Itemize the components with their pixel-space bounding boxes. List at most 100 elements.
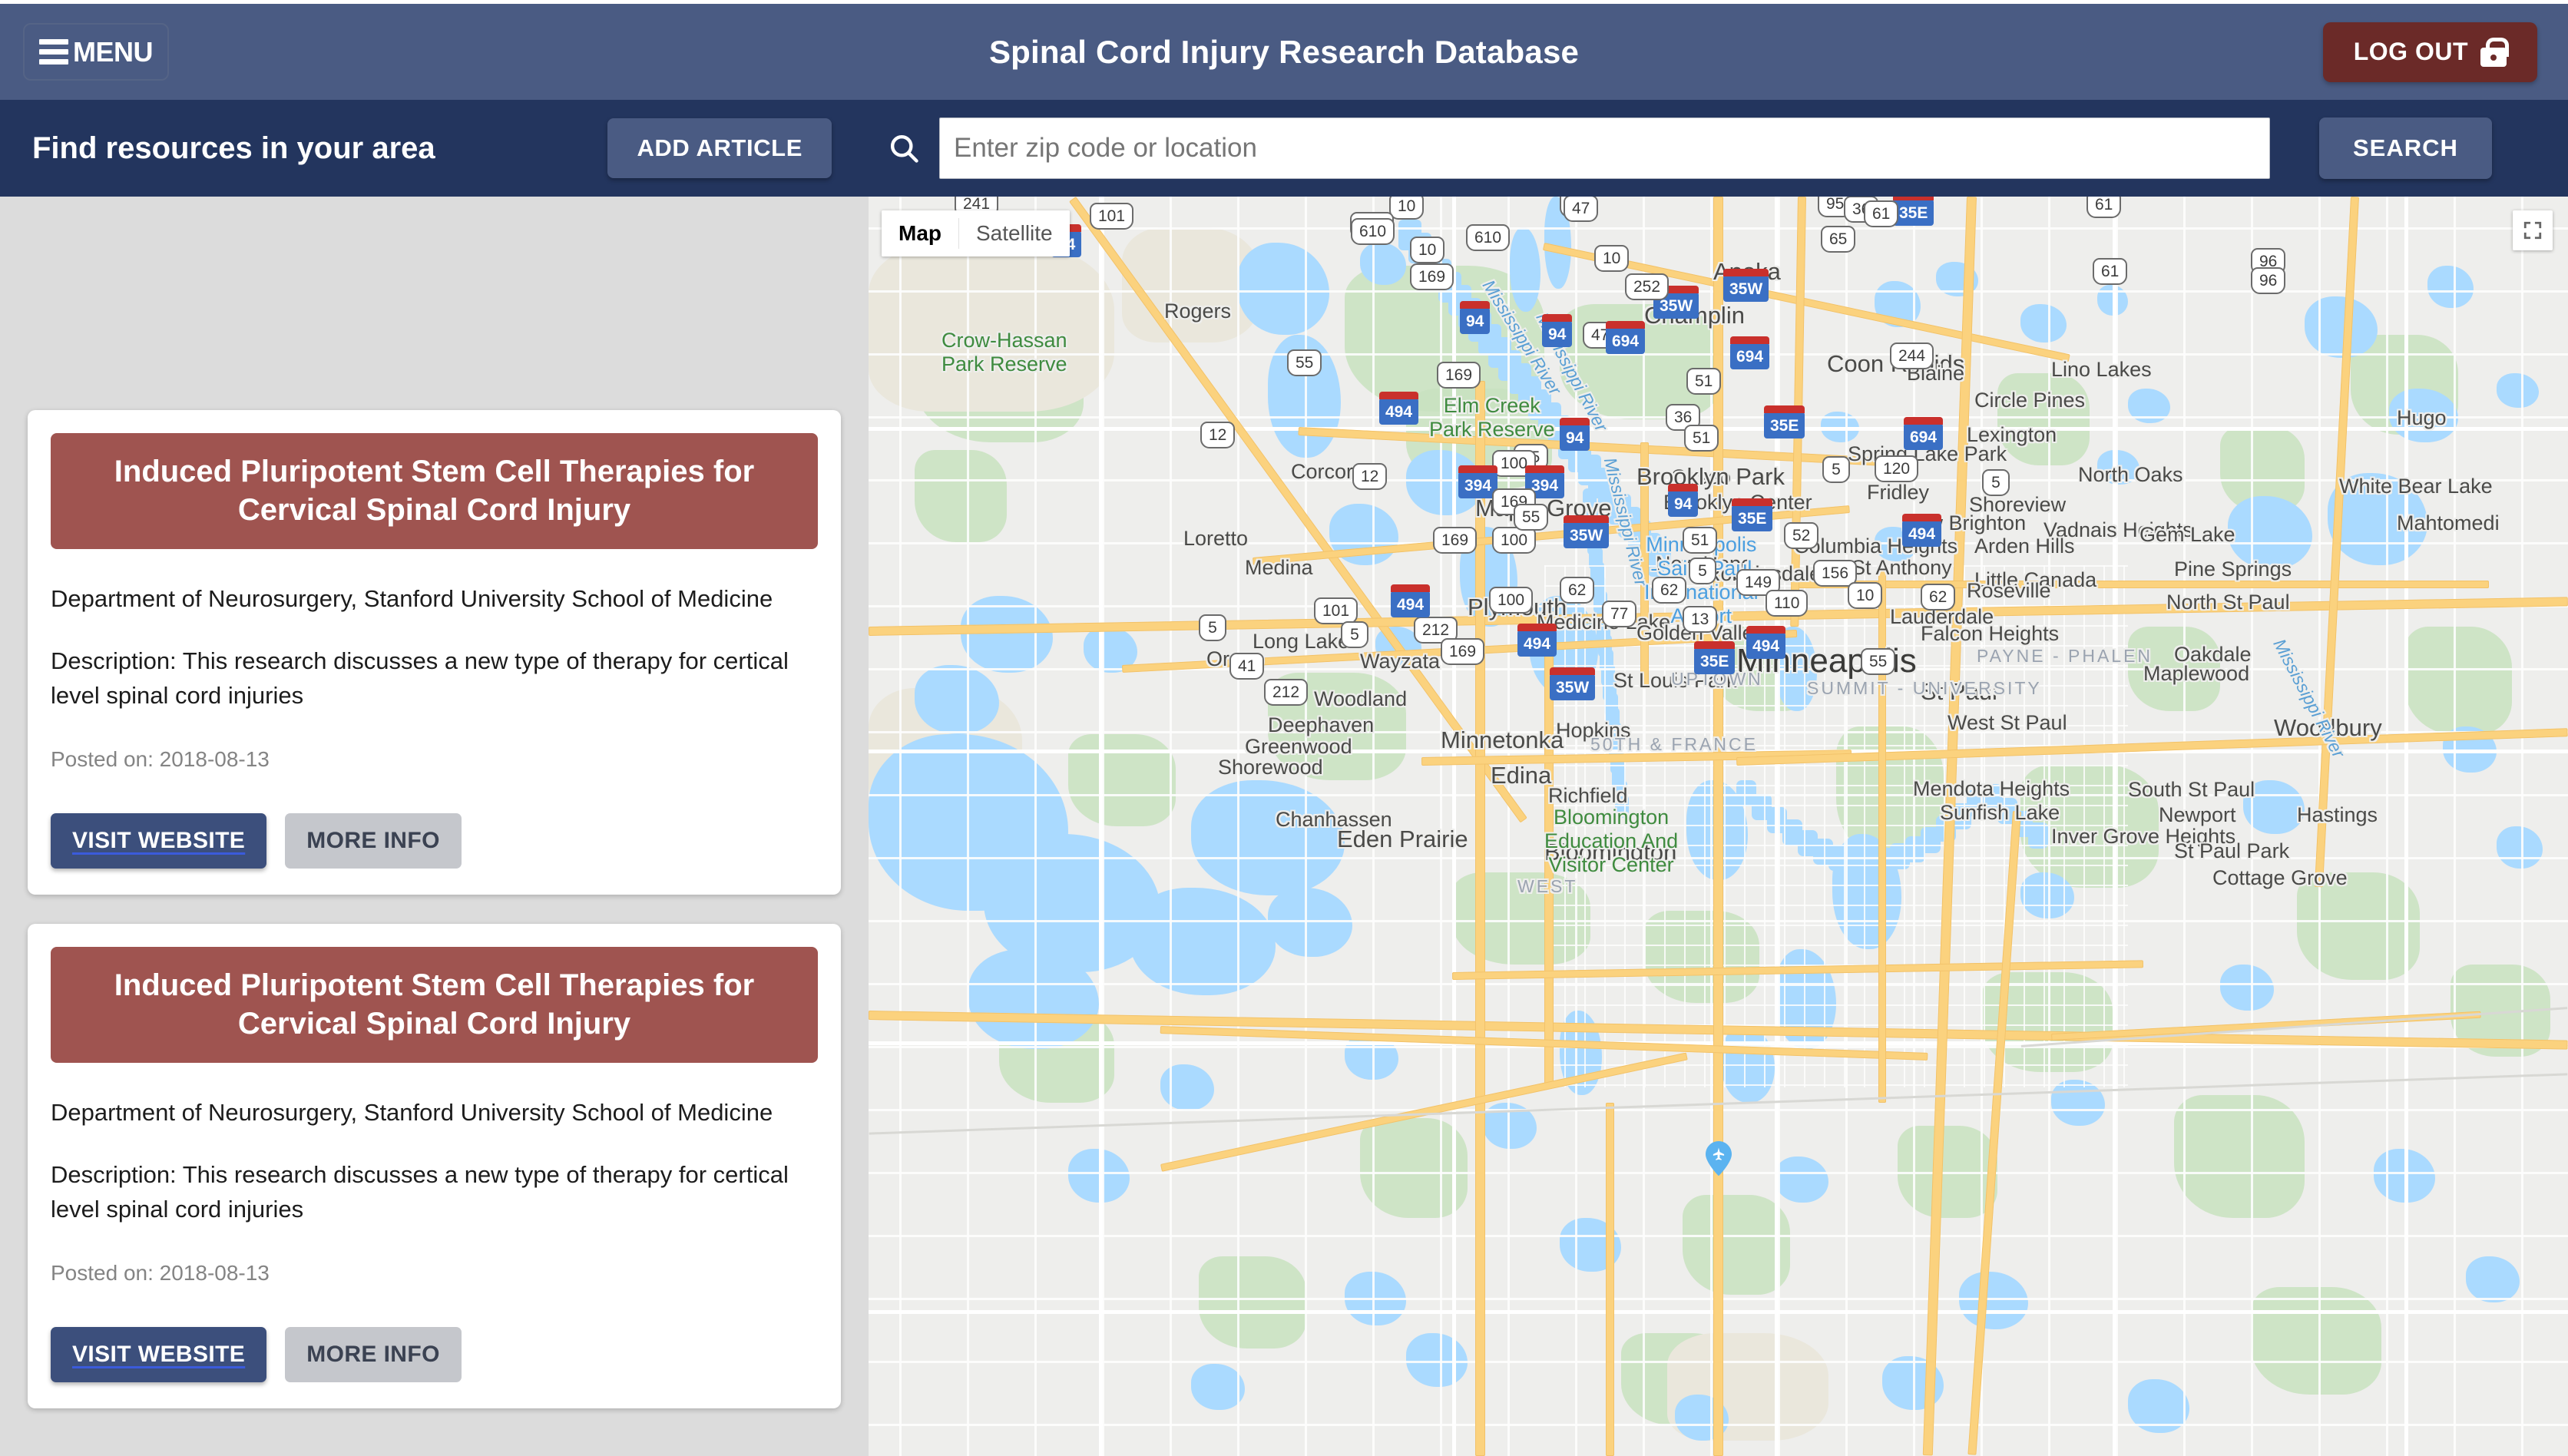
map-route-shield: 5: [1822, 456, 1850, 483]
map-route-shield: 13: [1683, 606, 1718, 633]
map-core-v-1296: [1864, 565, 1865, 1087]
map-street-v-656: [1372, 197, 1375, 1456]
map-core-v-1556: [2063, 565, 2065, 1087]
map-street-v-568: [1305, 197, 1307, 1456]
map-route-shield: 494: [1391, 584, 1431, 617]
article-description: Description: This research discusses a n…: [51, 1160, 789, 1223]
map-core-h-766: [1544, 785, 2128, 786]
map-street-v-2152: [2521, 197, 2523, 1456]
map-route-shield: 169: [1441, 638, 1485, 665]
map-route-shield: 35E: [1694, 641, 1736, 674]
map-core-h-896: [1544, 885, 2128, 886]
map-route-shield: 5: [1689, 558, 1716, 584]
visit-website-button[interactable]: VISIT WEBSITE: [51, 812, 267, 869]
article-actions: VISIT WEBSITE MORE INFO: [51, 1326, 818, 1382]
map-route-shield: 101: [1314, 597, 1358, 624]
map-core-h-662: [1544, 705, 2128, 706]
map-route-shield: 52: [1784, 522, 1819, 549]
fullscreen-button[interactable]: [2513, 210, 2553, 250]
map-core-h-870: [1544, 865, 2128, 866]
map-route-shield: 694: [1730, 336, 1770, 369]
app-root: MENU Spinal Cord Injury Research Databas…: [0, 0, 2568, 1456]
article-title: Induced Pluripotent Stem Cell Therapies …: [51, 946, 818, 1064]
map-core-v-1504: [2024, 565, 2025, 1087]
article-posted-date: Posted on: 2018-08-13: [51, 1260, 270, 1285]
lock-icon: [2480, 37, 2509, 67]
map-street-v-128: [967, 197, 969, 1456]
more-info-button[interactable]: MORE INFO: [285, 812, 462, 869]
map-street-v-832: [1507, 197, 1510, 1456]
add-article-button[interactable]: ADD ARTICLE: [607, 118, 832, 178]
map-route-shield: 694: [1904, 417, 1944, 450]
article-card[interactable]: Induced Pluripotent Stem Cell Therapies …: [28, 923, 841, 1408]
map-green-area-5: [1997, 373, 2090, 465]
map-route-shield: 51: [1683, 527, 1718, 554]
page-title: Spinal Cord Injury Research Database: [988, 33, 1580, 70]
map-canvas[interactable]: AnokaChamplinCoon RapidsRogersBlaineLino…: [869, 197, 2568, 1456]
map-highway-21: [1878, 565, 1886, 1103]
map-route-shield: 169: [1437, 362, 1481, 389]
logout-button[interactable]: LOG OUT: [2322, 22, 2537, 82]
map-type-map-button[interactable]: Map: [882, 210, 958, 256]
map-core-h-1052: [1544, 1004, 2128, 1006]
article-organization: Department of Neurosurgery, Stanford Uni…: [51, 1099, 773, 1127]
visit-website-button[interactable]: VISIT WEBSITE: [51, 1326, 267, 1382]
top-navbar: MENU Spinal Cord Injury Research Databas…: [0, 4, 2568, 100]
map-arterial-6: [1775, 197, 1779, 1456]
map-route-shield: 252: [1625, 273, 1670, 300]
map-core-h-792: [1544, 805, 2128, 806]
search-button[interactable]: SEARCH: [2319, 117, 2492, 179]
map-route-shield: 65: [1821, 226, 1856, 253]
article-card[interactable]: Induced Pluripotent Stem Cell Therapies …: [28, 410, 841, 895]
map-route-shield: 10: [1389, 197, 1425, 220]
map-arterial-7: [2113, 197, 2116, 1456]
map-core-v-1374: [1924, 565, 1925, 1087]
map-street-v-480: [1237, 197, 1239, 1456]
map-green-area-26: [1199, 1256, 1306, 1348]
map-street-v-1976: [2386, 197, 2388, 1456]
map-route-shield: 94: [1542, 314, 1573, 347]
map-route-shield: 5: [1199, 614, 1226, 641]
map-route-shield: 212: [1264, 679, 1309, 706]
map-core-h-740: [1544, 765, 2128, 766]
map-route-shield: 47: [1564, 197, 1599, 222]
map-beige-area-0: [869, 243, 1114, 412]
map-route-shield: 55: [1287, 349, 1322, 376]
map-street-v-392: [1170, 197, 1172, 1456]
map-route-shield: 10: [1594, 245, 1630, 272]
map-core-v-1348: [1904, 565, 1905, 1087]
search-bar-right: SEARCH: [869, 100, 2568, 197]
map-core-v-1634: [2123, 565, 2125, 1087]
map-core-v-1582: [2083, 565, 2085, 1087]
map-route-shield: 10: [1848, 582, 1883, 609]
map-route-shield: 55: [1514, 504, 1549, 531]
map-route-shield: 120: [1875, 455, 1919, 482]
menu-button-label: MENU: [73, 35, 154, 68]
map-core-h-922: [1544, 905, 2128, 906]
map-type-satellite-button[interactable]: Satellite: [959, 210, 1070, 256]
article-description: Description: This research discusses a n…: [51, 647, 789, 709]
map-type-control[interactable]: Map Satellite: [882, 210, 1070, 256]
map-core-v-1530: [2043, 565, 2045, 1087]
map-route-shield: 610: [1466, 224, 1511, 251]
map-street-v-1272: [1845, 197, 1848, 1456]
map-route-shield: 55: [1861, 648, 1896, 675]
menu-button[interactable]: MENU: [23, 23, 169, 81]
map-route-shield: 35E: [1764, 405, 1805, 438]
map-route-shield: 61: [2086, 197, 2122, 218]
map-highway-20: [1640, 442, 1649, 688]
search-input[interactable]: [939, 117, 2270, 179]
map-route-shield: 94: [1560, 418, 1590, 451]
airplane-pin-icon[interactable]: [1706, 1141, 1732, 1176]
map-core-v-1218: [1804, 565, 1805, 1087]
hamburger-icon: [39, 39, 68, 65]
map-route-shield: 35E: [1732, 498, 1773, 531]
results-list-panel[interactable]: Induced Pluripotent Stem Cell Therapies …: [0, 197, 869, 1456]
map-route-shield: 61: [2093, 258, 2128, 285]
more-info-button[interactable]: MORE INFO: [285, 1326, 462, 1382]
map-route-shield: 110: [1766, 590, 1809, 617]
map-green-area-22: [1683, 1195, 1790, 1295]
map-container[interactable]: AnokaChamplinCoon RapidsRogersBlaineLino…: [869, 197, 2568, 1456]
map-core-h-636: [1544, 685, 2128, 687]
map-highway-23: [1606, 1103, 1614, 1456]
